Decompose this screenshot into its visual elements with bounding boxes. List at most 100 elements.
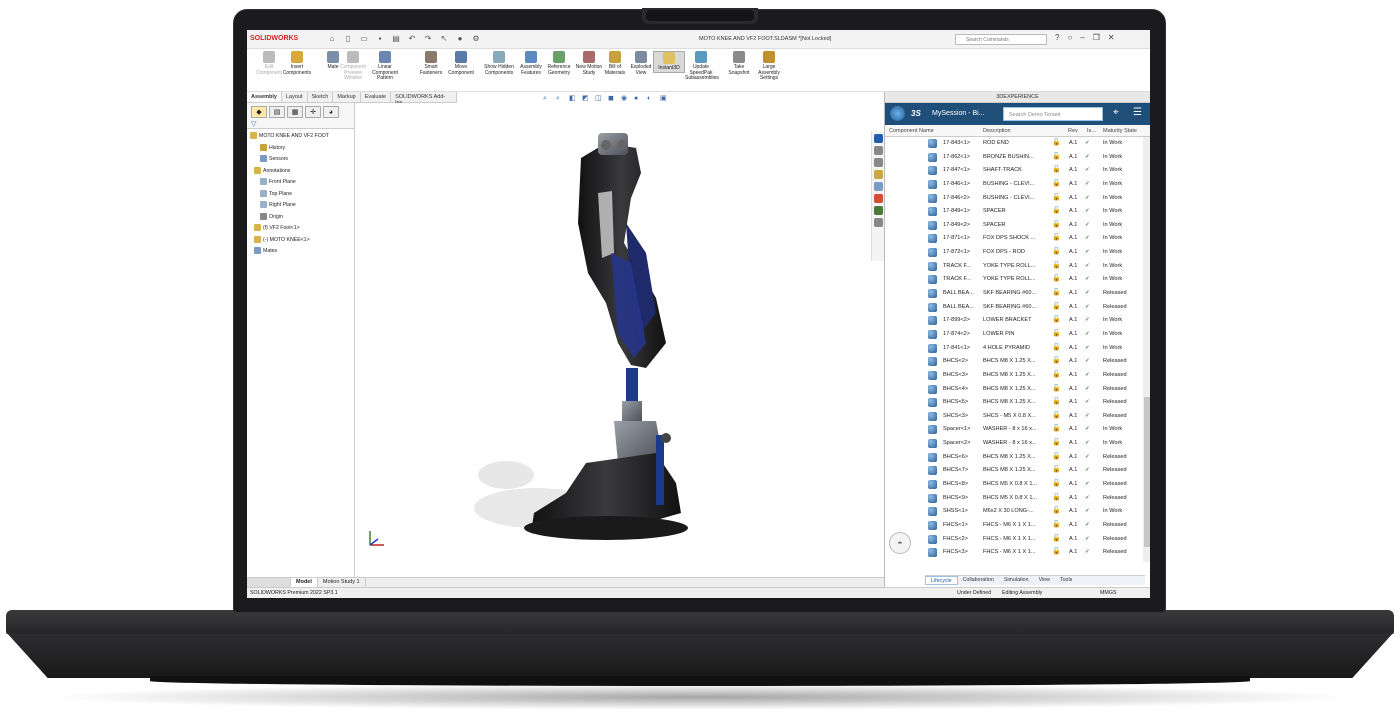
- lock-icon[interactable]: 🔓: [1052, 370, 1061, 378]
- print-icon[interactable]: ▤: [391, 34, 401, 44]
- lock-icon[interactable]: 🔓: [1052, 397, 1061, 405]
- col-maturity-state[interactable]: Maturity State: [1103, 128, 1137, 134]
- table-row[interactable]: BHCS<4> BHCS M8 X 1.25 X... 🔓 A.1 ✓ Released: [885, 383, 1143, 397]
- resources-icon[interactable]: [874, 146, 883, 155]
- col-is[interactable]: Is...: [1087, 128, 1096, 134]
- custom-properties-icon[interactable]: [874, 206, 883, 215]
- table-row[interactable]: BHCS<3> BHCS M8 X 1.25 X... 🔓 A.1 ✓ Released: [885, 369, 1143, 383]
- ribbon-button-insert-components[interactable]: Insert Components: [281, 51, 313, 76]
- ribbon-button-linear-component-pattern[interactable]: Linear Component Pattern: [369, 51, 401, 82]
- tree-item[interactable]: Front Plane: [250, 177, 354, 189]
- lock-icon[interactable]: 🔓: [1052, 220, 1061, 228]
- ribbon-button-take-snapshot[interactable]: Take Snapshot: [723, 51, 755, 76]
- dimxpert-tab-icon[interactable]: ✛: [305, 106, 321, 118]
- lock-icon[interactable]: 🔓: [1052, 411, 1061, 419]
- helmet-icon[interactable]: ◓: [889, 532, 911, 554]
- lock-icon[interactable]: 🔓: [1052, 206, 1061, 214]
- lock-icon[interactable]: 🔓: [1052, 438, 1061, 446]
- lock-icon[interactable]: 🔓: [1052, 288, 1061, 296]
- rebuild-icon[interactable]: ●: [455, 34, 465, 44]
- table-row[interactable]: 17-872<1> FOX DPS - ROD 🔓 A.1 ✓ In Work: [885, 246, 1143, 260]
- tree-item[interactable]: Sensors: [250, 154, 354, 166]
- tree-item[interactable]: Right Plane: [250, 200, 354, 212]
- ribbon-button-instant3d[interactable]: Instant3D: [653, 51, 685, 73]
- table-row[interactable]: BHCS<6> BHCS M8 X 1.25 X... 🔓 A.1 ✓ Released: [885, 451, 1143, 465]
- table-row[interactable]: BALL BEA... SKF BEARING #60... 🔓 A.1 ✓ Releas…: [885, 301, 1143, 315]
- section-view-icon[interactable]: ◩: [582, 94, 591, 103]
- lock-icon[interactable]: 🔓: [1052, 424, 1061, 432]
- lock-icon[interactable]: 🔓: [1052, 138, 1061, 146]
- view-orientation-icon[interactable]: ◫: [595, 94, 604, 103]
- zoom-area-icon[interactable]: ⌕: [556, 94, 565, 103]
- display-manager-tab-icon[interactable]: ◕: [323, 106, 339, 118]
- lock-icon[interactable]: 🔓: [1052, 465, 1061, 473]
- lock-icon[interactable]: 🔓: [1052, 302, 1061, 310]
- save-icon[interactable]: ▪: [375, 34, 385, 44]
- 3dexperience-icon[interactable]: [874, 134, 883, 143]
- property-manager-tab-icon[interactable]: ▤: [269, 106, 285, 118]
- tree-item[interactable]: Origin: [250, 212, 354, 224]
- lock-icon[interactable]: 🔓: [1052, 233, 1061, 241]
- panel-tab-collaboration[interactable]: Collaboration: [958, 576, 999, 585]
- feature-manager-tab-icon[interactable]: ◆: [251, 106, 267, 118]
- table-row[interactable]: BHCS<9> BHCS M5 X 0.8 X 1... 🔓 A.1 ✓ Released: [885, 492, 1143, 506]
- table-row[interactable]: 17-846<1> BUSHING - CLEVI... 🔓 A.1 ✓ In Work: [885, 178, 1143, 192]
- display-style-icon[interactable]: ◼: [608, 94, 617, 103]
- filter-icon[interactable]: ▽: [251, 120, 256, 128]
- lock-icon[interactable]: 🔓: [1052, 356, 1061, 364]
- tab-solidworks-add-ins[interactable]: SOLIDWORKS Add-Ins: [391, 92, 457, 106]
- col-description[interactable]: Description: [983, 128, 1011, 134]
- lock-icon[interactable]: 🔓: [1052, 343, 1061, 351]
- panel-tab-simulation[interactable]: Simulation: [999, 576, 1034, 585]
- ribbon-button-show-hidden-components[interactable]: Show Hidden Components: [483, 51, 515, 76]
- lock-icon[interactable]: 🔓: [1052, 247, 1061, 255]
- home-icon[interactable]: ⌂: [327, 34, 337, 44]
- table-row[interactable]: 17-874<2> LOWER PIN 🔓 A.1 ✓ In Work: [885, 328, 1143, 342]
- table-row[interactable]: FHCS<3> FHCS - M6 X 1 X 1... 🔓 A.1 ✓ Released: [885, 546, 1143, 560]
- lock-icon[interactable]: 🔓: [1052, 384, 1061, 392]
- lock-icon[interactable]: 🔓: [1052, 493, 1061, 501]
- lock-icon[interactable]: 🔓: [1052, 479, 1061, 487]
- table-row[interactable]: Spacer<2> WASHER - 8 x 16 x... 🔓 A.1 ✓ In Wor…: [885, 437, 1143, 451]
- tree-item[interactable]: Top Plane: [250, 189, 354, 201]
- lock-icon[interactable]: 🔓: [1052, 165, 1061, 173]
- lock-icon[interactable]: 🔓: [1052, 520, 1061, 528]
- table-row[interactable]: BHCS<5> BHCS M8 X 1.25 X... 🔓 A.1 ✓ Released: [885, 396, 1143, 410]
- new-icon[interactable]: ▯: [343, 34, 353, 44]
- tenant-search-input[interactable]: Search Demo Tenant: [1003, 107, 1103, 121]
- ribbon-button-large-assembly-settings[interactable]: Large Assembly Settings: [753, 51, 785, 82]
- lock-icon[interactable]: 🔓: [1052, 152, 1061, 160]
- panel-tab-tools[interactable]: Tools: [1055, 576, 1077, 585]
- table-row[interactable]: BHCS<7> BHCS M8 X 1.25 X... 🔓 A.1 ✓ Released: [885, 464, 1143, 478]
- ribbon-button-component-preview-window[interactable]: Component Preview Window: [337, 51, 369, 82]
- tag-icon[interactable]: ⌖: [1113, 107, 1119, 118]
- zoom-to-fit-icon[interactable]: ⌕: [543, 94, 552, 103]
- table-row[interactable]: FHCS<2> FHCS - M6 X 1 X 1... 🔓 A.1 ✓ Released: [885, 533, 1143, 547]
- lock-icon[interactable]: 🔓: [1052, 261, 1061, 269]
- close-icon[interactable]: ✕: [1108, 33, 1115, 42]
- restore-icon[interactable]: ❐: [1093, 33, 1100, 42]
- menu-icon[interactable]: ☰: [1133, 107, 1142, 118]
- tab-scroll-arrows[interactable]: [247, 578, 291, 587]
- tab-assembly[interactable]: Assembly: [247, 92, 282, 102]
- appearance-icon[interactable]: ●: [634, 94, 643, 103]
- table-row[interactable]: FHCS<1> FHCS - M6 X 1 X 1... 🔓 A.1 ✓ Released: [885, 519, 1143, 533]
- tree-item[interactable]: Mates: [250, 246, 354, 258]
- tree-item[interactable]: (-) MOTO KNEE<1>: [250, 235, 354, 247]
- table-row[interactable]: TRACK F... YOKE TYPE ROLL... 🔓 A.1 ✓ In Work: [885, 273, 1143, 287]
- previous-view-icon[interactable]: ◧: [569, 94, 578, 103]
- session-selector[interactable]: MySession - Bi...: [932, 110, 985, 117]
- table-row[interactable]: BHCS<8> BHCS M5 X 0.8 X 1... 🔓 A.1 ✓ Released: [885, 478, 1143, 492]
- lock-icon[interactable]: 🔓: [1052, 274, 1061, 282]
- ribbon-button-smart-fasteners[interactable]: Smart Fasteners: [415, 51, 447, 76]
- ribbon-button-reference-geometry[interactable]: Reference Geometry: [543, 51, 575, 76]
- file-explorer-icon[interactable]: [874, 170, 883, 179]
- open-icon[interactable]: ▭: [359, 34, 369, 44]
- scene-icon[interactable]: ◐: [647, 94, 656, 103]
- table-scrollbar[interactable]: [1143, 137, 1150, 562]
- table-row[interactable]: BHCS<2> BHCS M8 X 1.25 X... 🔓 A.1 ✓ Released: [885, 355, 1143, 369]
- tree-item[interactable]: Annotations: [250, 166, 354, 178]
- lock-icon[interactable]: 🔓: [1052, 179, 1061, 187]
- undo-icon[interactable]: ↶: [407, 34, 417, 44]
- status-units[interactable]: MMGS: [1100, 588, 1116, 598]
